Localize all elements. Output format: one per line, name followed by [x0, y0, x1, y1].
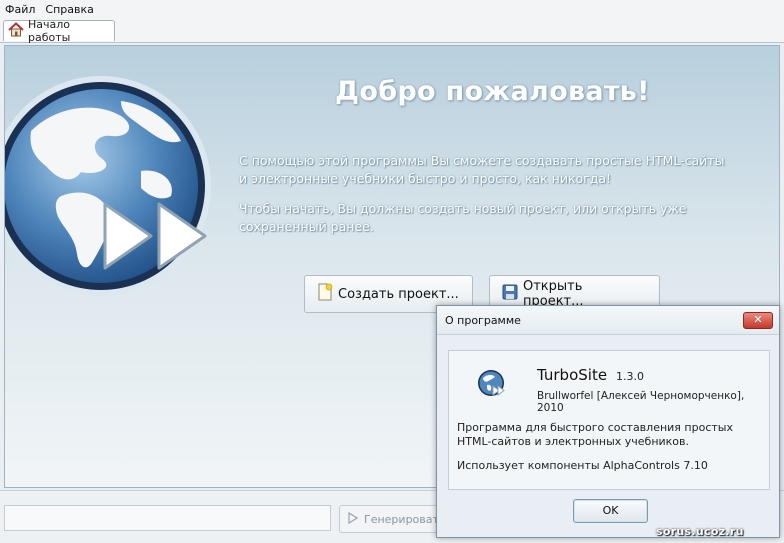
about-dialog-titlebar[interactable]: О программе ✕ [437, 306, 779, 335]
app-name: TurboSite [537, 366, 608, 384]
welcome-paragraph-2-line-2: сохраненный ранее. [239, 219, 374, 234]
menu-file[interactable]: Файл [0, 3, 40, 16]
welcome-title: Добро пожаловать! [335, 76, 650, 107]
app-description: Программа для быстрого составления прост… [457, 421, 757, 449]
app-globe-icon [477, 369, 507, 402]
tab-strip: Начало работы [0, 18, 784, 44]
app-description-line-2: HTML-сайтов и электронных учебников. [457, 435, 690, 448]
tab-start[interactable]: Начало работы [3, 18, 115, 44]
menu-bar: Файл Справка [0, 0, 784, 18]
close-icon: ✕ [753, 313, 763, 326]
generate-button[interactable]: Генерировать [339, 505, 449, 533]
app-components: Использует компоненты AlphaControls 7.10 [457, 459, 708, 472]
welcome-paragraph-1-line-1: С помощью этой программы Вы сможете созд… [239, 153, 725, 168]
app-version: 1.3.0 [616, 370, 644, 383]
app-author: Brullworfel [Алексей Черноморченко], 201… [537, 390, 745, 414]
floppy-disk-icon [502, 284, 518, 304]
watermark-text: sorus.ucoz.ru [656, 525, 744, 538]
tab-label: Начало работы [28, 18, 71, 44]
create-project-label: Создать проект... [338, 286, 459, 302]
new-document-icon [317, 283, 333, 305]
globe-play-icon [5, 76, 231, 319]
menu-help[interactable]: Справка [40, 3, 98, 16]
ok-button[interactable]: OK [573, 499, 648, 523]
welcome-paragraph-2-line-1: Чтобы начать, Вы должны создать новый пр… [239, 201, 687, 216]
about-info-panel: TurboSite 1.3.0 Brullworfel [Алексей Чер… [448, 350, 770, 490]
home-icon [8, 22, 24, 40]
status-field [4, 505, 331, 531]
close-button[interactable]: ✕ [743, 312, 773, 329]
about-dialog: О программе ✕ TurboSite 1.3.0 Brullworfe… [436, 305, 780, 538]
app-description-line-1: Программа для быстрого составления прост… [457, 421, 733, 434]
welcome-paragraph-1-line-2: и электронные учебники быстро и просто, … [239, 171, 612, 186]
generate-label: Генерировать [364, 512, 446, 526]
play-icon [348, 511, 359, 527]
about-dialog-title: О программе [445, 314, 521, 327]
